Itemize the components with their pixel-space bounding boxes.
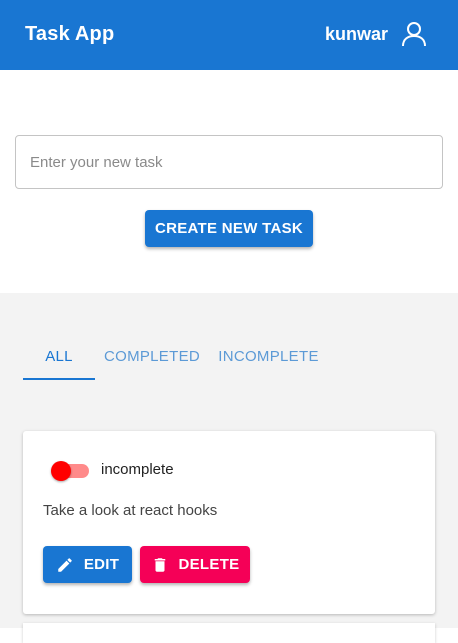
username: kunwar: [324, 24, 388, 44]
new-task-input[interactable]: [15, 135, 443, 189]
toggle-thumb: [51, 461, 71, 481]
task-card-partial: [23, 623, 435, 643]
tab-completed[interactable]: COMPLETED: [103, 333, 201, 381]
status-toggle[interactable]: [51, 461, 91, 481]
person-outline-icon[interactable]: [400, 20, 428, 48]
edit-button[interactable]: EDIT: [43, 546, 132, 583]
delete-button[interactable]: DELETE: [140, 546, 250, 583]
trash-icon: [154, 557, 165, 572]
app-title: Task App: [25, 23, 115, 45]
task-card: incomplete Take a look at react hooks ED…: [23, 431, 435, 614]
task-status-label: incomplete: [101, 461, 174, 478]
pencil-icon: [58, 557, 72, 572]
task-text: Take a look at react hooks: [43, 502, 218, 519]
tab-all[interactable]: ALL: [23, 333, 95, 381]
task-list-section: ALL COMPLETED INCOMPLETE incomplete Take…: [0, 293, 458, 643]
tab-indicator: [23, 378, 95, 380]
app-bar: Task App kunwar: [0, 0, 458, 70]
edit-button-label: EDIT: [83, 556, 120, 573]
tab-incomplete[interactable]: INCOMPLETE: [215, 333, 322, 381]
delete-button-label: DELETE: [178, 556, 240, 573]
create-task-button[interactable]: CREATE NEW TASK: [145, 210, 313, 247]
create-task-section: CREATE NEW TASK: [0, 70, 458, 293]
